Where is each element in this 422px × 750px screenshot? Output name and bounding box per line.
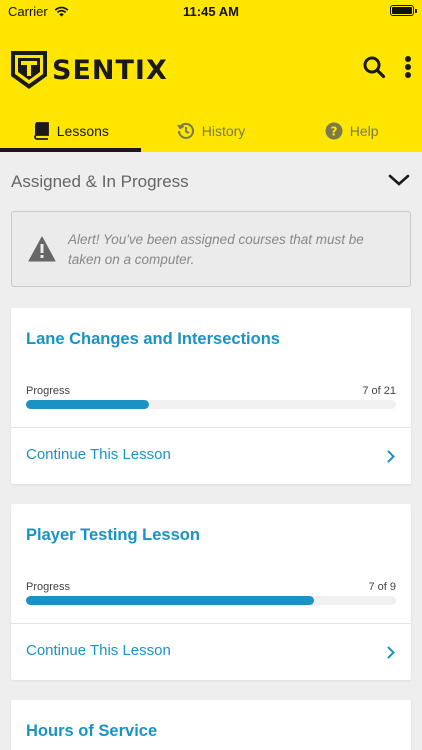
alert-text: Alert! You've been assigned courses that… bbox=[68, 232, 364, 267]
history-icon bbox=[176, 122, 194, 139]
chevron-right-icon[interactable] bbox=[387, 450, 395, 463]
progress-fill bbox=[26, 400, 150, 409]
app-header: Carrier 11:45 AM SENTIX Lessons History … bbox=[0, 0, 422, 152]
help-icon: ? bbox=[325, 122, 343, 140]
divider bbox=[11, 427, 411, 428]
progress-label: Progress bbox=[26, 581, 71, 593]
tab-label: Help bbox=[349, 123, 379, 139]
continue-lesson-button[interactable]: Continue This Lesson bbox=[26, 642, 171, 659]
chevron-right-icon[interactable] bbox=[387, 646, 395, 659]
section-header[interactable]: Assigned & In Progress bbox=[0, 152, 422, 210]
lesson-card: Player Testing Lesson Progress 7 of 9 Co… bbox=[11, 504, 411, 680]
status-bar: Carrier 11:45 AM bbox=[0, 0, 422, 22]
shield-logo-icon bbox=[11, 51, 47, 89]
book-icon bbox=[33, 122, 49, 140]
tab-history[interactable]: History bbox=[141, 110, 282, 152]
warning-icon bbox=[28, 236, 56, 262]
brand-name: SENTIX bbox=[52, 54, 168, 86]
more-vertical-icon bbox=[405, 56, 411, 62]
lesson-title: Player Testing Lesson bbox=[26, 526, 200, 544]
progress-bar bbox=[26, 400, 396, 409]
svg-text:?: ? bbox=[330, 125, 337, 139]
section-title: Assigned & In Progress bbox=[11, 172, 189, 191]
app-bar: SENTIX bbox=[0, 46, 422, 90]
divider bbox=[11, 623, 411, 624]
more-options-button[interactable] bbox=[402, 55, 414, 79]
progress-label: Progress bbox=[26, 385, 71, 397]
lesson-card: Hours of Service bbox=[11, 700, 411, 750]
alert-banner: Alert! You've been assigned courses that… bbox=[11, 211, 411, 287]
continue-lesson-button[interactable]: Continue This Lesson bbox=[26, 446, 171, 463]
tab-bar: Lessons History ? Help bbox=[0, 110, 422, 152]
progress-bar bbox=[26, 596, 396, 605]
tab-label: History bbox=[201, 123, 246, 139]
lesson-title: Lane Changes and Intersections bbox=[26, 330, 280, 348]
tab-help[interactable]: ? Help bbox=[281, 110, 422, 152]
lesson-title: Hours of Service bbox=[26, 722, 158, 740]
progress-fill bbox=[26, 596, 314, 605]
tab-label: Lessons bbox=[56, 123, 109, 139]
lesson-card: Lane Changes and Intersections Progress … bbox=[11, 308, 411, 484]
search-button[interactable] bbox=[362, 55, 386, 79]
brand-logo: SENTIX bbox=[10, 50, 168, 90]
progress-count: 7 of 21 bbox=[362, 385, 396, 397]
status-time: 11:45 AM bbox=[183, 4, 239, 19]
battery-icon bbox=[390, 5, 417, 16]
progress-count: 7 of 9 bbox=[368, 581, 396, 593]
tab-lessons[interactable]: Lessons bbox=[0, 110, 141, 152]
chevron-down-icon[interactable] bbox=[388, 172, 410, 188]
search-icon bbox=[363, 56, 386, 79]
